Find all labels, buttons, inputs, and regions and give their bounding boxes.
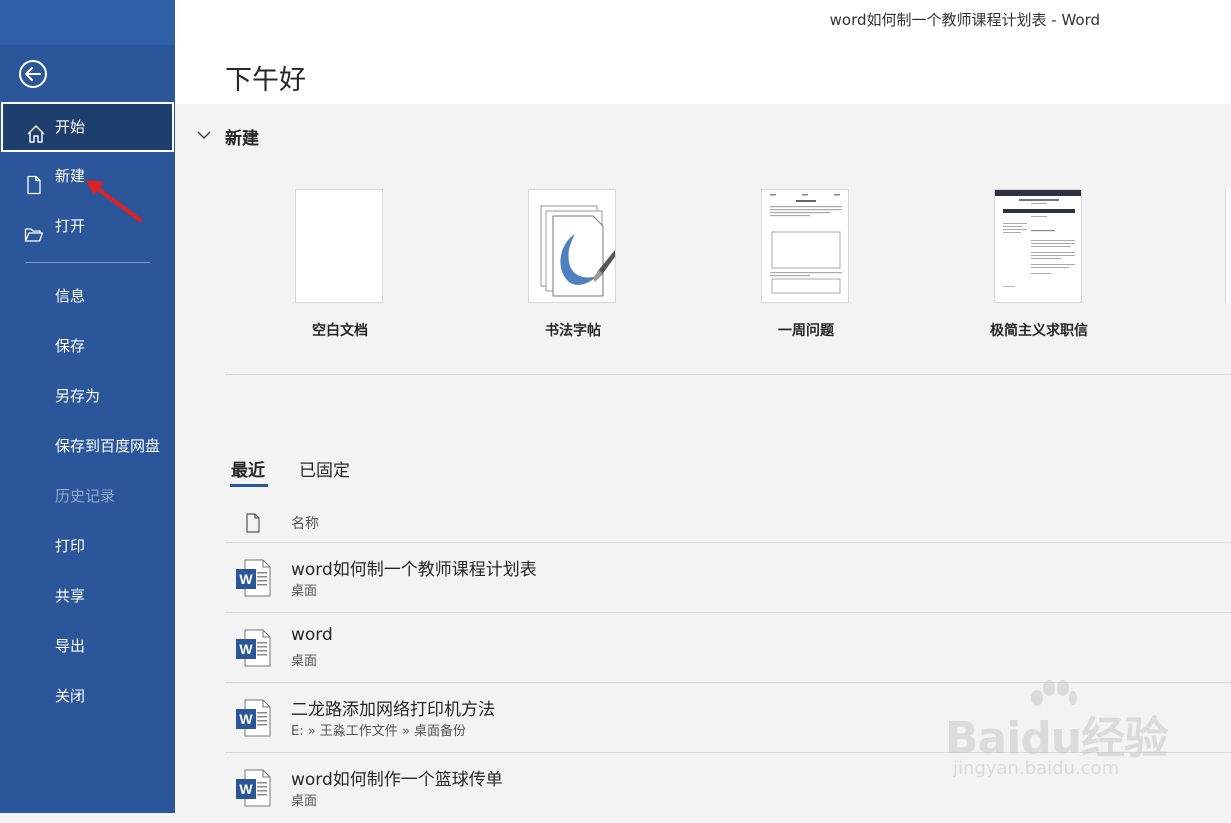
svg-text:W: W [239, 641, 253, 657]
sidebar-item-label: 共享 [55, 587, 86, 605]
red-annotation-arrow-icon [86, 180, 142, 222]
sidebar-item-history: 历史记录 [0, 472, 175, 520]
sidebar-item-save-as[interactable]: 另存为 [0, 372, 175, 420]
sidebar-item-close[interactable]: 关闭 [0, 672, 175, 720]
sidebar-item-print[interactable]: 打印 [0, 522, 175, 570]
active-tab-indicator [230, 484, 268, 487]
file-name: 二龙路添加网络打印机方法 [291, 700, 495, 720]
template-thumbnail [295, 189, 383, 303]
back-button[interactable] [18, 59, 48, 89]
template-thumbnail [761, 189, 849, 303]
file-name: word如何制一个教师课程计划表 [291, 560, 537, 580]
file-list-header: 名称 [225, 504, 1231, 543]
file-path: 桌面 [291, 654, 318, 669]
open-folder-icon [24, 216, 44, 242]
file-type-icon [246, 513, 260, 533]
sidebar-item-export[interactable]: 导出 [0, 622, 175, 670]
word-document-icon: W [236, 559, 271, 597]
recent-file-row[interactable]: W word 桌面 [225, 613, 1231, 683]
file-name: word [291, 625, 333, 645]
backstage-main: 新建 空白文档 书法字帖 一周问题 极简主义求职信 最近 已固定 名称 W wo… [175, 104, 1231, 813]
svg-text:W: W [239, 781, 253, 797]
sidebar-item-info[interactable]: 信息 [0, 272, 175, 320]
section-divider [225, 374, 1231, 375]
document-preview-icon [770, 194, 842, 294]
template-name: 极简主义求职信 [990, 323, 1088, 339]
sidebar-item-label: 保存 [55, 337, 86, 355]
sidebar-item-label: 关闭 [55, 687, 86, 705]
sidebar-item-label: 打印 [55, 537, 86, 555]
file-path: E: » 王淼工作文件 » 桌面备份 [291, 724, 467, 739]
back-arrow-icon [19, 60, 47, 88]
backstage-sidebar: 开始 新建 打开 信息 保存 另存为 保存到百度网盘 历史记录 打印 共享 导出… [0, 0, 175, 813]
recent-file-row[interactable]: W 二龙路添加网络打印机方法 E: » 王淼工作文件 » 桌面备份 [225, 683, 1231, 753]
template-name: 一周问题 [778, 323, 834, 339]
sidebar-item-save[interactable]: 保存 [0, 322, 175, 370]
sidebar-item-save-to-baidu[interactable]: 保存到百度网盘 [0, 422, 175, 470]
recent-file-row[interactable]: W word如何制一个教师课程计划表 桌面 [225, 543, 1231, 613]
template-name: 书法字帖 [545, 323, 601, 339]
sidebar-item-label: 信息 [55, 287, 86, 305]
sidebar-top-band [0, 0, 175, 45]
sidebar-item-share[interactable]: 共享 [0, 572, 175, 620]
svg-text:W: W [239, 711, 253, 727]
title-bar: word如何制一个教师课程计划表 - Word 下午好 [175, 0, 1231, 104]
word-document-icon: W [236, 699, 271, 737]
template-name: 空白文档 [312, 323, 368, 339]
template-thumbnail [994, 189, 1082, 303]
new-document-icon [24, 166, 44, 195]
sidebar-item-label: 保存到百度网盘 [55, 437, 161, 455]
sidebar-item-label: 导出 [55, 637, 86, 655]
svg-text:W: W [239, 571, 253, 587]
template-thumbnail [528, 189, 616, 303]
document-preview-icon [995, 190, 1081, 287]
sidebar-item-label: 开始 [55, 118, 86, 136]
window-title: word如何制一个教师课程计划表 - Word [829, 11, 1100, 29]
template-partial-next[interactable] [1225, 189, 1231, 303]
word-document-icon: W [236, 769, 271, 807]
sidebar-divider [25, 262, 150, 263]
sidebar-item-home[interactable]: 开始 [1, 102, 174, 152]
tab-recent[interactable]: 最近 [231, 456, 265, 481]
calligraphy-brush-icon [540, 205, 615, 297]
sidebar-item-label: 另存为 [55, 387, 101, 405]
file-path: 桌面 [291, 794, 318, 809]
greeting-heading: 下午好 [225, 65, 306, 96]
file-name: word如何制作一个篮球传单 [291, 770, 503, 790]
file-path: 桌面 [291, 584, 318, 599]
sidebar-item-label: 历史记录 [55, 487, 116, 505]
column-header-name[interactable]: 名称 [291, 513, 319, 533]
word-document-icon: W [236, 629, 271, 667]
new-section-title: 新建 [225, 129, 259, 149]
home-icon [26, 116, 46, 143]
chevron-down-icon [197, 131, 211, 140]
tab-pinned[interactable]: 已固定 [299, 456, 350, 481]
